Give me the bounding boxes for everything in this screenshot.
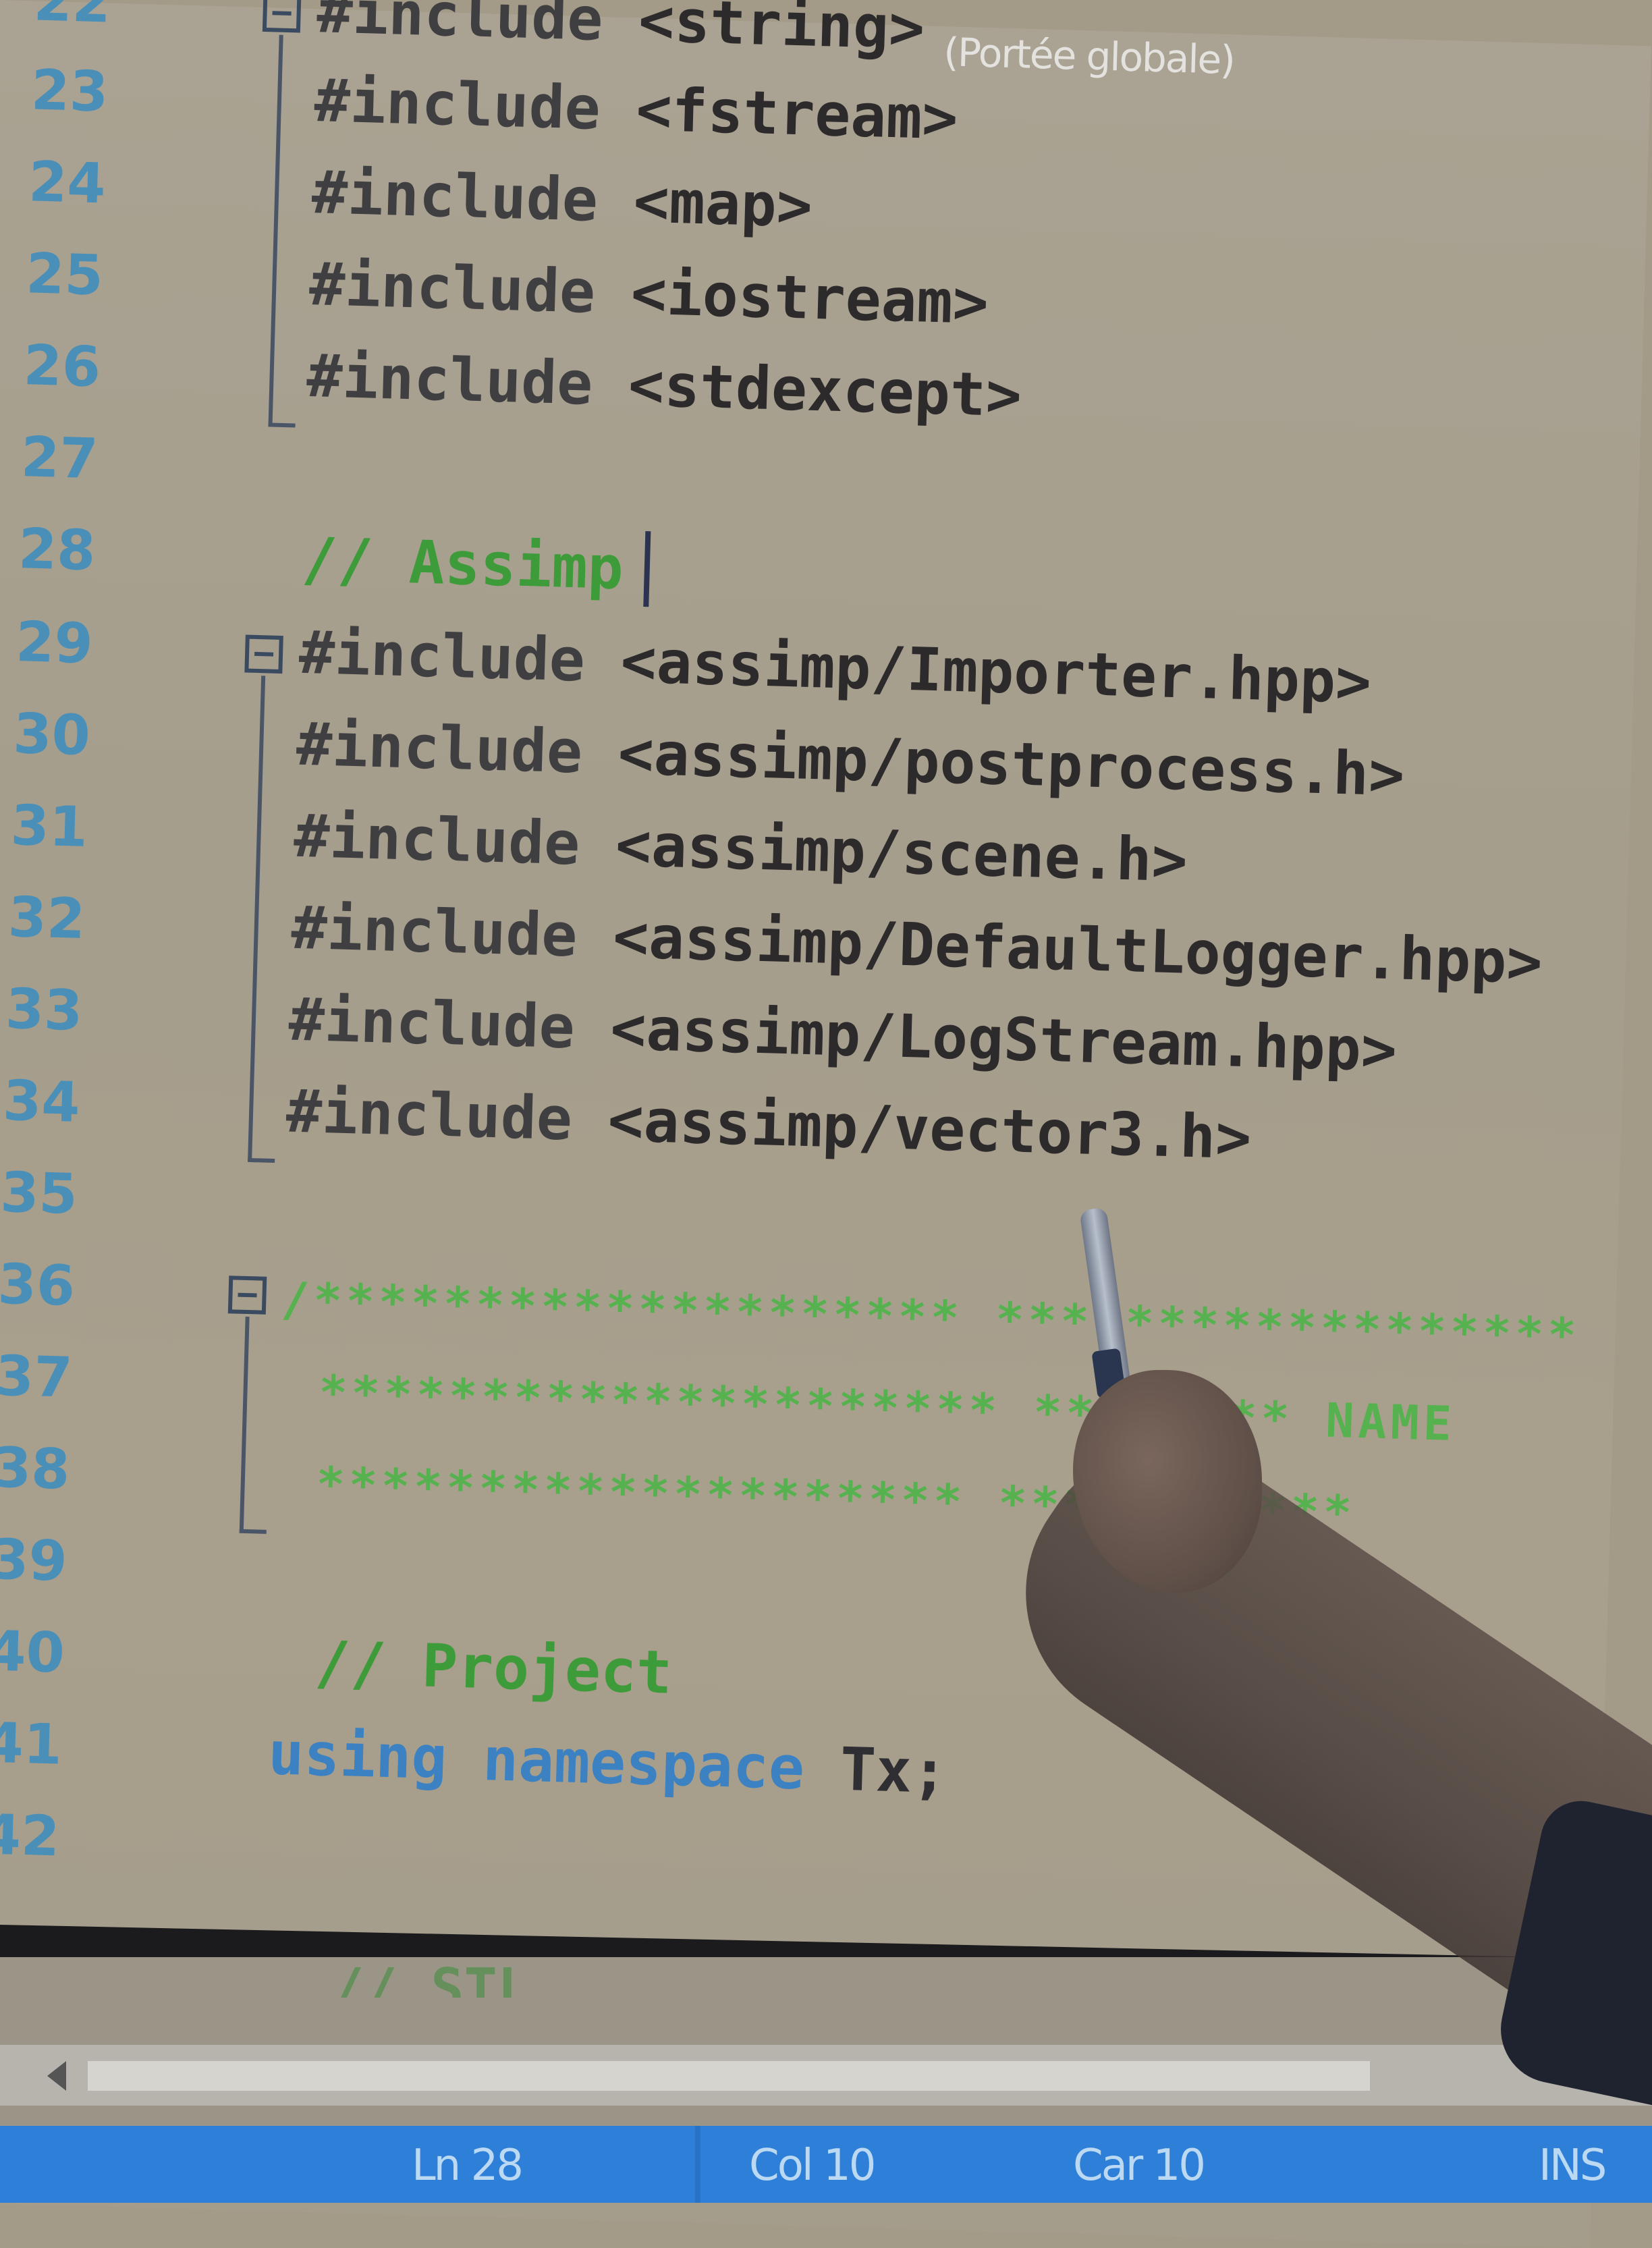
status-divider [695, 2126, 700, 2203]
collapse-region-icon[interactable] [262, 0, 302, 33]
preprocessor-directive: #include [308, 248, 597, 327]
include-path: <assimp/vector3.h> [607, 1085, 1252, 1173]
status-char: Car 10 [1073, 2141, 1206, 2191]
code-comment: // STL [331, 1957, 531, 1998]
code-comment: // Project [313, 1628, 673, 1707]
preprocessor-directive: #include [316, 0, 604, 54]
include-path: <assimp/postprocess.h> [617, 718, 1406, 810]
collapse-region-icon[interactable] [227, 1276, 267, 1315]
code-line: #include <assimp/postprocess.h> [296, 709, 1406, 810]
code-line: #include <iostream> [308, 249, 989, 337]
include-path: <stdexcept> [627, 350, 1023, 431]
fold-guide [248, 676, 266, 1162]
status-line: Ln 28 [412, 2141, 524, 2191]
code-line: #include <assimp/vector3.h> [285, 1076, 1252, 1173]
preprocessor-directive: #include [293, 800, 581, 879]
scrollbar-thumb[interactable] [88, 2061, 1370, 2091]
code-line: #include <assimp/Importer.hpp> [298, 618, 1373, 717]
fold-guide-end [239, 1529, 267, 1534]
keyword: using [267, 1718, 448, 1793]
preprocessor-directive: #include [298, 617, 586, 695]
include-path: <assimp/LogStream.hpp> [609, 993, 1398, 1085]
code-line: #include <map> [311, 157, 813, 241]
keyword: namespace [481, 1724, 806, 1803]
fold-guide [239, 1316, 250, 1533]
scroll-left-icon[interactable] [47, 2061, 66, 2091]
fold-guide-end [268, 422, 296, 428]
code-line: #include <stdexcept> [306, 341, 1022, 431]
preprocessor-directive: #include [285, 1076, 574, 1154]
preprocessor-directive: #include [295, 709, 584, 787]
fold-guide-end [248, 1157, 275, 1163]
include-path: <fstream> [635, 74, 959, 153]
status-insert-mode: INS [1539, 2141, 1607, 2191]
code-line: using namespace Tx; [267, 1718, 948, 1807]
code-line: #include <assimp/scene.h> [293, 801, 1188, 896]
status-bar: Ln 28 Col 10 Car 10 INS [0, 2126, 1652, 2203]
code-line: #include <assimp/DefaultLogger.hpp> [290, 893, 1543, 997]
code-comment: // Assimp [300, 524, 625, 603]
include-path: <assimp/Importer.hpp> [620, 626, 1373, 717]
collapse-region-icon[interactable] [244, 634, 283, 674]
preprocessor-directive: #include [287, 984, 576, 1062]
include-path: <iostream> [630, 258, 990, 338]
include-path: <string> [637, 0, 926, 63]
comment-banner-line: /******************** ****************** [280, 1271, 1581, 1364]
text-cursor [643, 531, 651, 607]
comment-banner-line: ********************* ******** NAME [318, 1365, 1457, 1452]
preprocessor-directive: #include [310, 157, 599, 235]
horizontal-scrollbar[interactable] [0, 2045, 1652, 2106]
preprocessor-directive: #include [306, 340, 594, 418]
include-path: <assimp/scene.h> [614, 809, 1189, 896]
code-line: #include <assimp/LogStream.hpp> [288, 985, 1398, 1085]
include-path: <map> [632, 166, 814, 241]
fold-guide [268, 34, 283, 427]
status-column: Col 10 [749, 2141, 876, 2191]
code-line: #include <fstream> [314, 65, 959, 153]
identifier: Tx; [839, 1734, 949, 1807]
preprocessor-directive: #include [313, 65, 602, 143]
include-path: <assimp/DefaultLogger.hpp> [612, 901, 1543, 997]
preprocessor-directive: #include [290, 892, 578, 970]
code-line: #include <string> [316, 0, 925, 63]
